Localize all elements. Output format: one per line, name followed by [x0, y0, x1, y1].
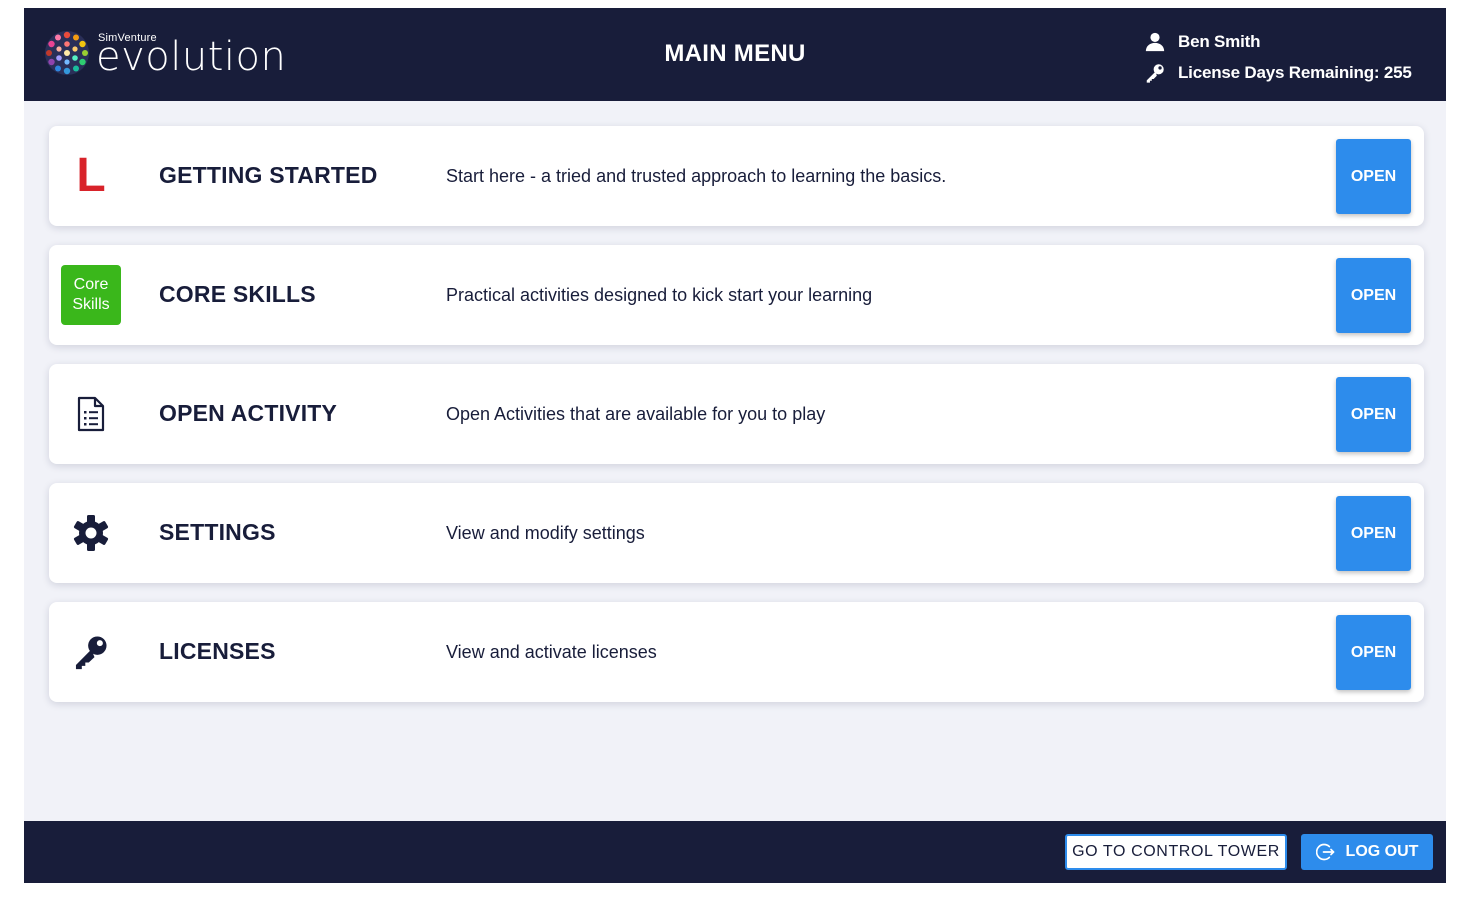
gear-icon [73, 515, 109, 551]
menu-item-getting-started: L GETTING STARTED Start here - a tried a… [49, 126, 1424, 226]
menu-item-description: View and modify settings [446, 523, 645, 543]
open-button-settings[interactable]: OPEN [1336, 496, 1411, 571]
document-list-icon [77, 396, 105, 432]
app-window: SimVenture evolution MAIN MENU Ben Smith… [24, 8, 1446, 883]
core-skills-badge-line2: Skills [72, 296, 110, 313]
user-icon [1145, 32, 1165, 52]
key-icon [1146, 64, 1164, 83]
log-out-label: LOG OUT [1345, 843, 1419, 860]
open-button-licenses[interactable]: OPEN [1336, 615, 1411, 690]
open-button-core-skills[interactable]: OPEN [1336, 258, 1411, 333]
user-name-row: Ben Smith [1144, 28, 1412, 56]
logout-icon [1315, 843, 1334, 861]
menu-item-licenses: LICENSES View and activate licenses OPEN [49, 602, 1424, 702]
license-row: License Days Remaining: 255 [1144, 59, 1412, 87]
footer-bar: GO TO CONTROL TOWER LOG OUT [24, 821, 1446, 883]
user-name: Ben Smith [1178, 32, 1261, 51]
menu-item-title: CORE SKILLS [159, 281, 316, 307]
open-button-open-activity[interactable]: OPEN [1336, 377, 1411, 452]
menu-item-core-skills: Core Skills CORE SKILLS Practical activi… [49, 245, 1424, 345]
menu-item-title: OPEN ACTIVITY [159, 400, 338, 426]
menu-item-description: Open Activities that are available for y… [446, 404, 826, 424]
menu-item-open-activity: OPEN ACTIVITY Open Activities that are a… [49, 364, 1424, 464]
user-info: Ben Smith License Days Remaining: 255 [1144, 28, 1412, 90]
getting-started-l-icon: L [76, 149, 106, 202]
core-skills-badge-line1: Core [73, 276, 109, 293]
open-button-getting-started[interactable]: OPEN [1336, 139, 1411, 214]
menu-item-settings: SETTINGS View and modify settings OPEN [49, 483, 1424, 583]
license-days-remaining: License Days Remaining: 255 [1178, 63, 1412, 82]
menu-item-description: Practical activities designed to kick st… [446, 285, 873, 305]
menu-item-title: GETTING STARTED [159, 162, 378, 188]
go-to-control-tower-button[interactable]: GO TO CONTROL TOWER [1065, 834, 1287, 870]
core-skills-badge-icon: Core Skills [61, 265, 121, 325]
key-icon [75, 636, 107, 670]
menu-item-title: SETTINGS [159, 519, 276, 545]
log-out-button[interactable]: LOG OUT [1301, 834, 1433, 870]
menu-item-description: Start here - a tried and trusted approac… [446, 166, 947, 186]
menu-item-description: View and activate licenses [446, 642, 657, 662]
menu-item-title: LICENSES [159, 638, 276, 664]
header-bar: SimVenture evolution MAIN MENU Ben Smith… [24, 8, 1446, 101]
main-menu-list: L GETTING STARTED Start here - a tried a… [49, 126, 1424, 721]
